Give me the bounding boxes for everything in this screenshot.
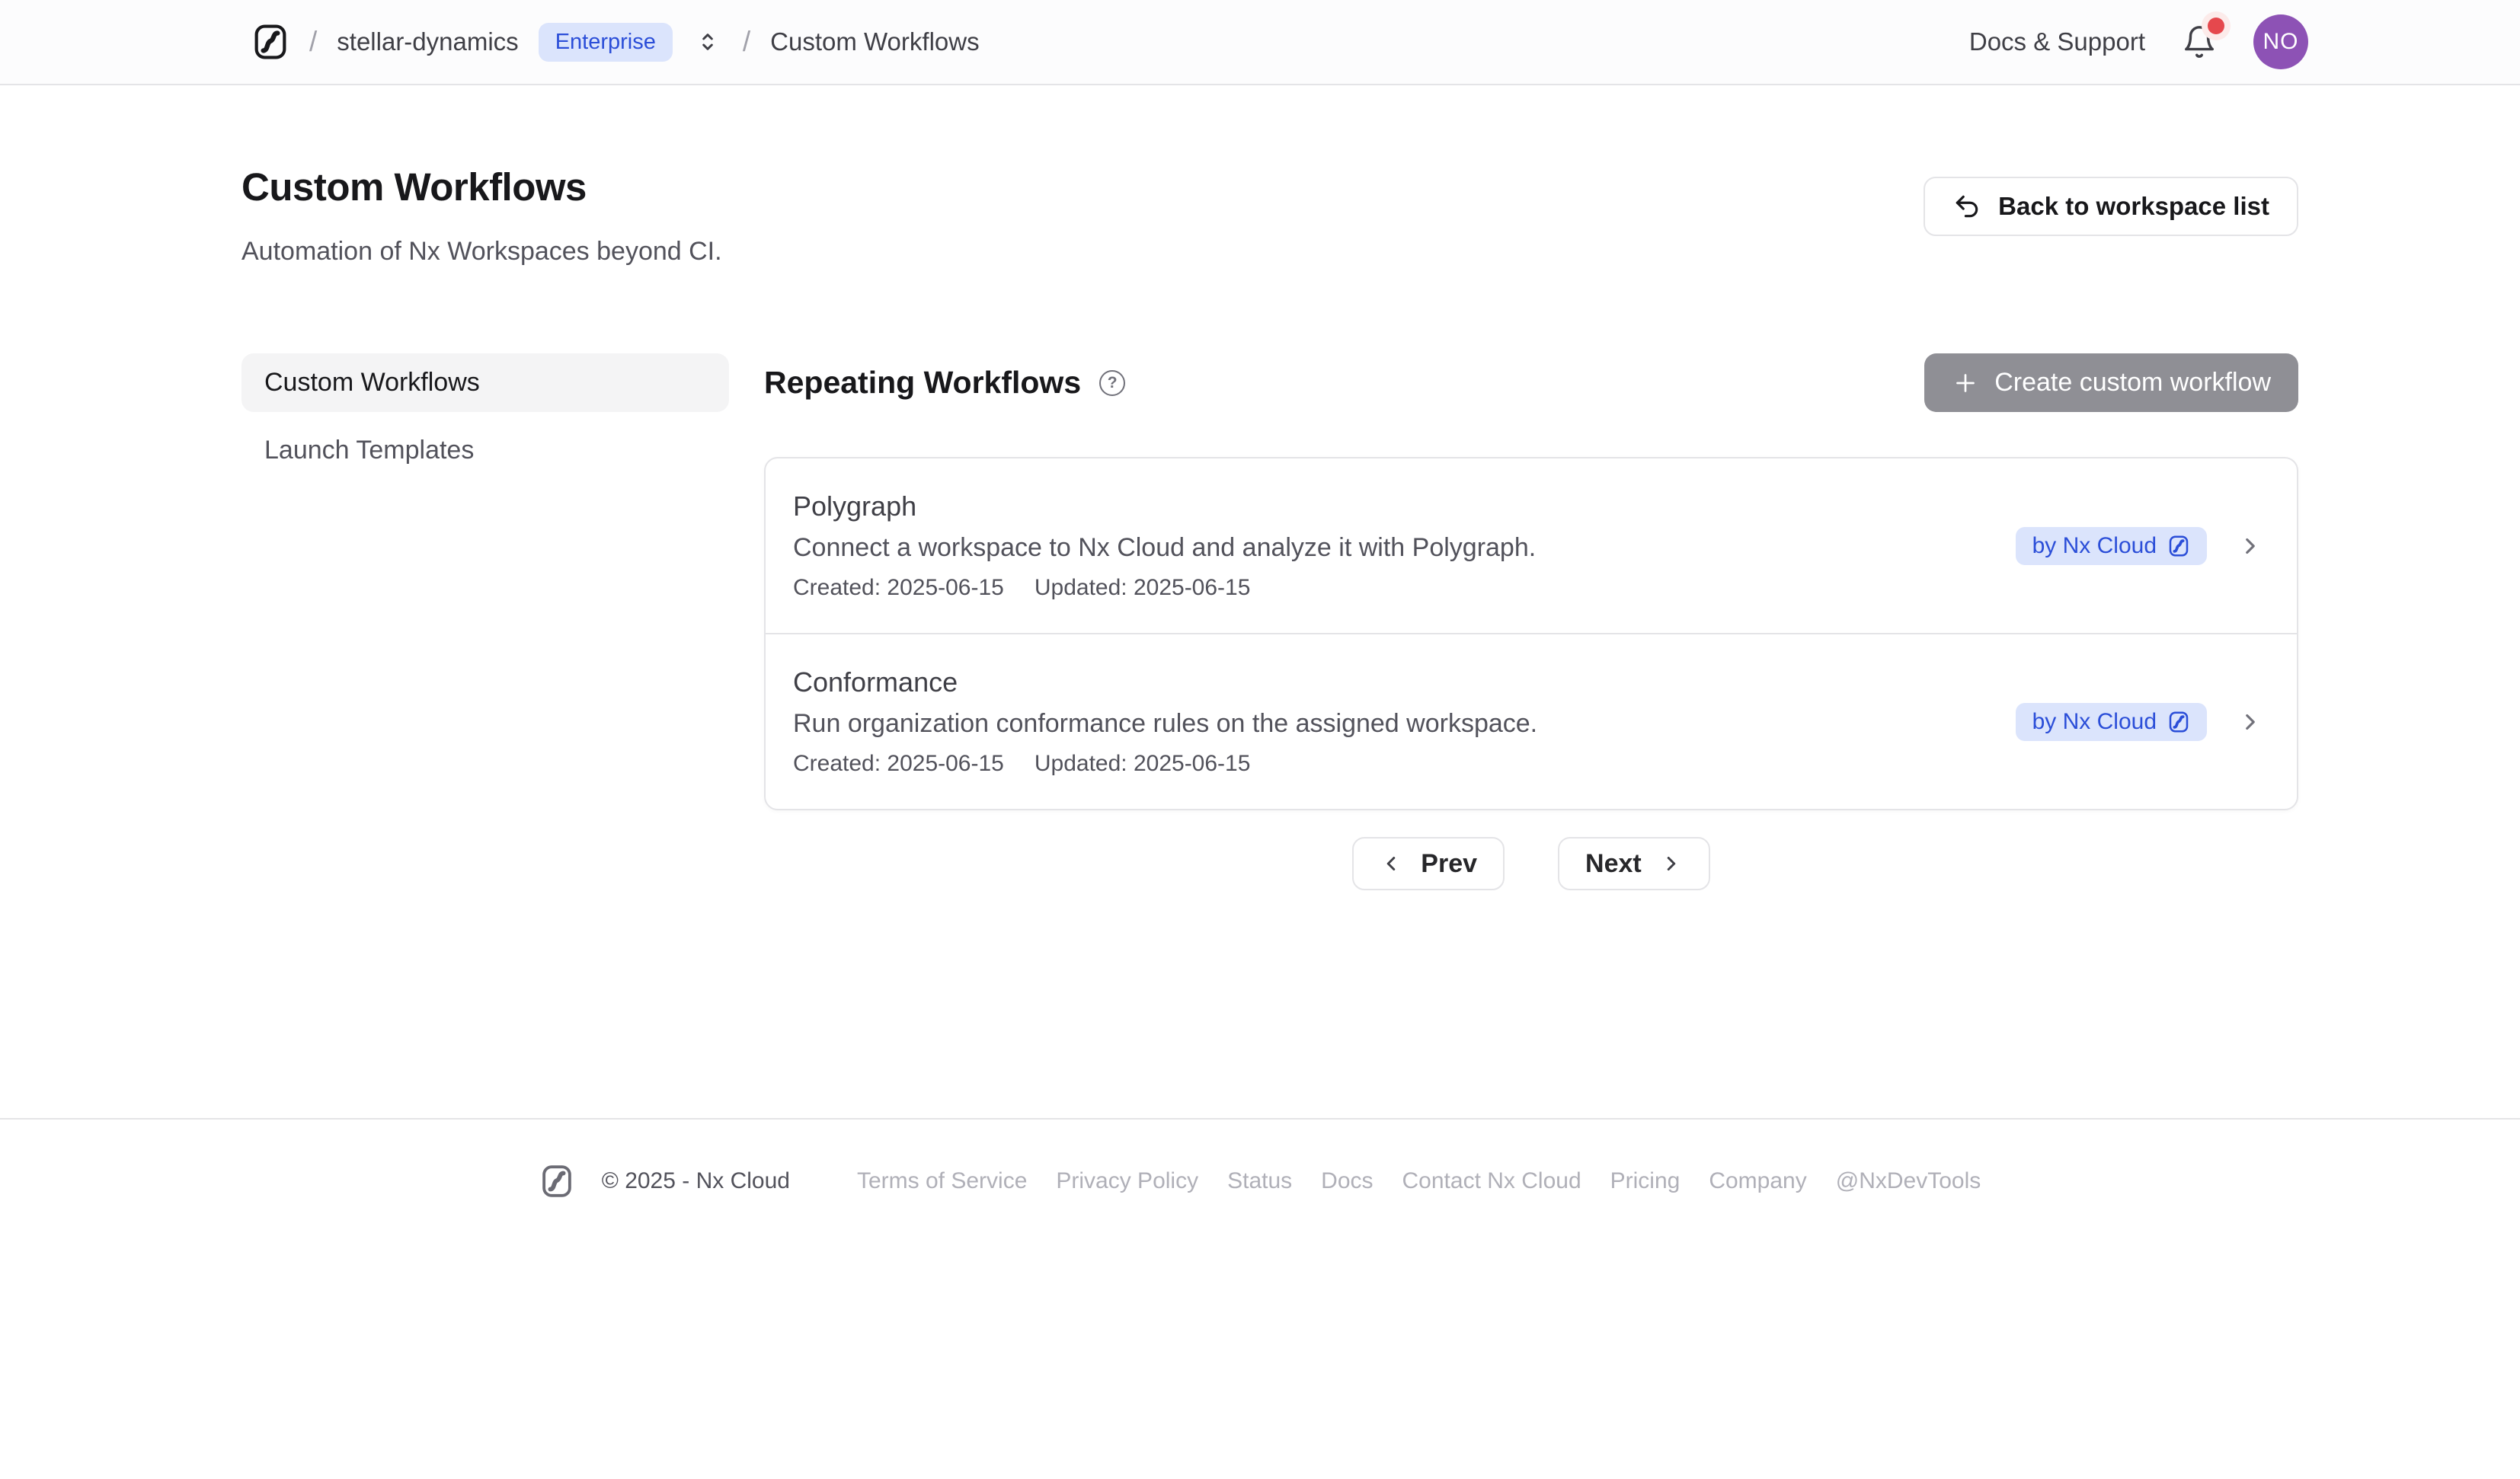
footer-link-contact[interactable]: Contact Nx Cloud [1402, 1168, 1581, 1194]
top-nav: / stellar-dynamics Enterprise / Custom W… [0, 0, 2520, 85]
plan-badge: Enterprise [539, 23, 673, 62]
footer-link-status[interactable]: Status [1227, 1168, 1292, 1194]
footer: © 2025 - Nx Cloud Terms of Service Priva… [0, 1118, 2520, 1200]
sidebar: Custom Workflows Launch Templates [241, 353, 729, 890]
copyright-text: © 2025 - Nx Cloud [602, 1168, 790, 1194]
create-custom-workflow-button[interactable]: Create custom workflow [1924, 353, 2298, 412]
by-nx-cloud-badge[interactable]: by Nx Cloud [2016, 703, 2207, 741]
workflow-description: Run organization conformance rules on th… [793, 709, 1537, 739]
nx-logo-icon[interactable] [251, 21, 289, 62]
footer-link-terms[interactable]: Terms of Service [857, 1168, 1027, 1194]
workflow-name: Conformance [793, 666, 1537, 698]
breadcrumb-current-page[interactable]: Custom Workflows [770, 27, 979, 56]
back-button-label: Back to workspace list [1998, 192, 2269, 221]
page-title: Custom Workflows [241, 165, 722, 209]
docs-support-link[interactable]: Docs & Support [1969, 27, 2145, 56]
pagination: Prev Next [764, 837, 2298, 890]
next-label: Next [1585, 849, 1642, 879]
notifications-button[interactable] [2179, 21, 2220, 63]
workflow-description: Connect a workspace to Nx Cloud and anal… [793, 533, 1536, 563]
create-button-label: Create custom workflow [1994, 368, 2271, 398]
workflow-name: Polygraph [793, 490, 1536, 522]
next-page-button[interactable]: Next [1558, 837, 1710, 890]
workflow-updated: Updated: 2025-06-15 [1035, 751, 1251, 777]
footer-link-docs[interactable]: Docs [1321, 1168, 1373, 1194]
breadcrumb-workspace[interactable]: stellar-dynamics [337, 27, 518, 56]
footer-link-company[interactable]: Company [1709, 1168, 1806, 1194]
sidebar-item-custom-workflows[interactable]: Custom Workflows [241, 353, 729, 412]
workflow-row-conformance[interactable]: Conformance Run organization conformance… [766, 633, 2297, 809]
avatar[interactable]: NO [2253, 14, 2308, 69]
footer-link-pricing[interactable]: Pricing [1610, 1168, 1681, 1194]
chevron-left-icon [1380, 852, 1402, 875]
prev-label: Prev [1421, 849, 1477, 879]
chevron-right-icon [2237, 533, 2263, 559]
nx-cloud-badge-icon [2167, 534, 2190, 558]
help-icon[interactable]: ? [1099, 370, 1125, 396]
chevron-right-icon [1660, 852, 1683, 875]
nx-cloud-badge-icon [2167, 710, 2190, 734]
nx-logo-icon-footer [539, 1162, 574, 1200]
workflow-created: Created: 2025-06-15 [793, 751, 1004, 777]
sidebar-item-launch-templates[interactable]: Launch Templates [241, 421, 729, 480]
breadcrumb: / stellar-dynamics Enterprise / Custom W… [251, 21, 980, 62]
workspace-switcher-button[interactable] [692, 25, 723, 59]
breadcrumb-separator: / [309, 26, 317, 58]
workflows-card: Polygraph Connect a workspace to Nx Clou… [764, 457, 2298, 810]
section-title: Repeating Workflows ? [764, 365, 1125, 401]
breadcrumb-separator: / [743, 26, 750, 58]
prev-page-button[interactable]: Prev [1352, 837, 1505, 890]
footer-link-nxdevtools[interactable]: @NxDevTools [1836, 1168, 1981, 1194]
by-nx-cloud-badge[interactable]: by Nx Cloud [2016, 527, 2207, 565]
notification-dot [2208, 18, 2224, 34]
page-subtitle: Automation of Nx Workspaces beyond CI. [241, 237, 722, 267]
chevron-right-icon [2237, 709, 2263, 735]
undo-arrow-icon [1952, 192, 1981, 221]
workflow-row-polygraph[interactable]: Polygraph Connect a workspace to Nx Clou… [766, 458, 2297, 633]
plus-icon [1952, 369, 1979, 397]
back-to-workspace-list-button[interactable]: Back to workspace list [1924, 177, 2298, 236]
workflow-updated: Updated: 2025-06-15 [1035, 575, 1251, 601]
footer-link-privacy[interactable]: Privacy Policy [1056, 1168, 1198, 1194]
workflow-created: Created: 2025-06-15 [793, 575, 1004, 601]
